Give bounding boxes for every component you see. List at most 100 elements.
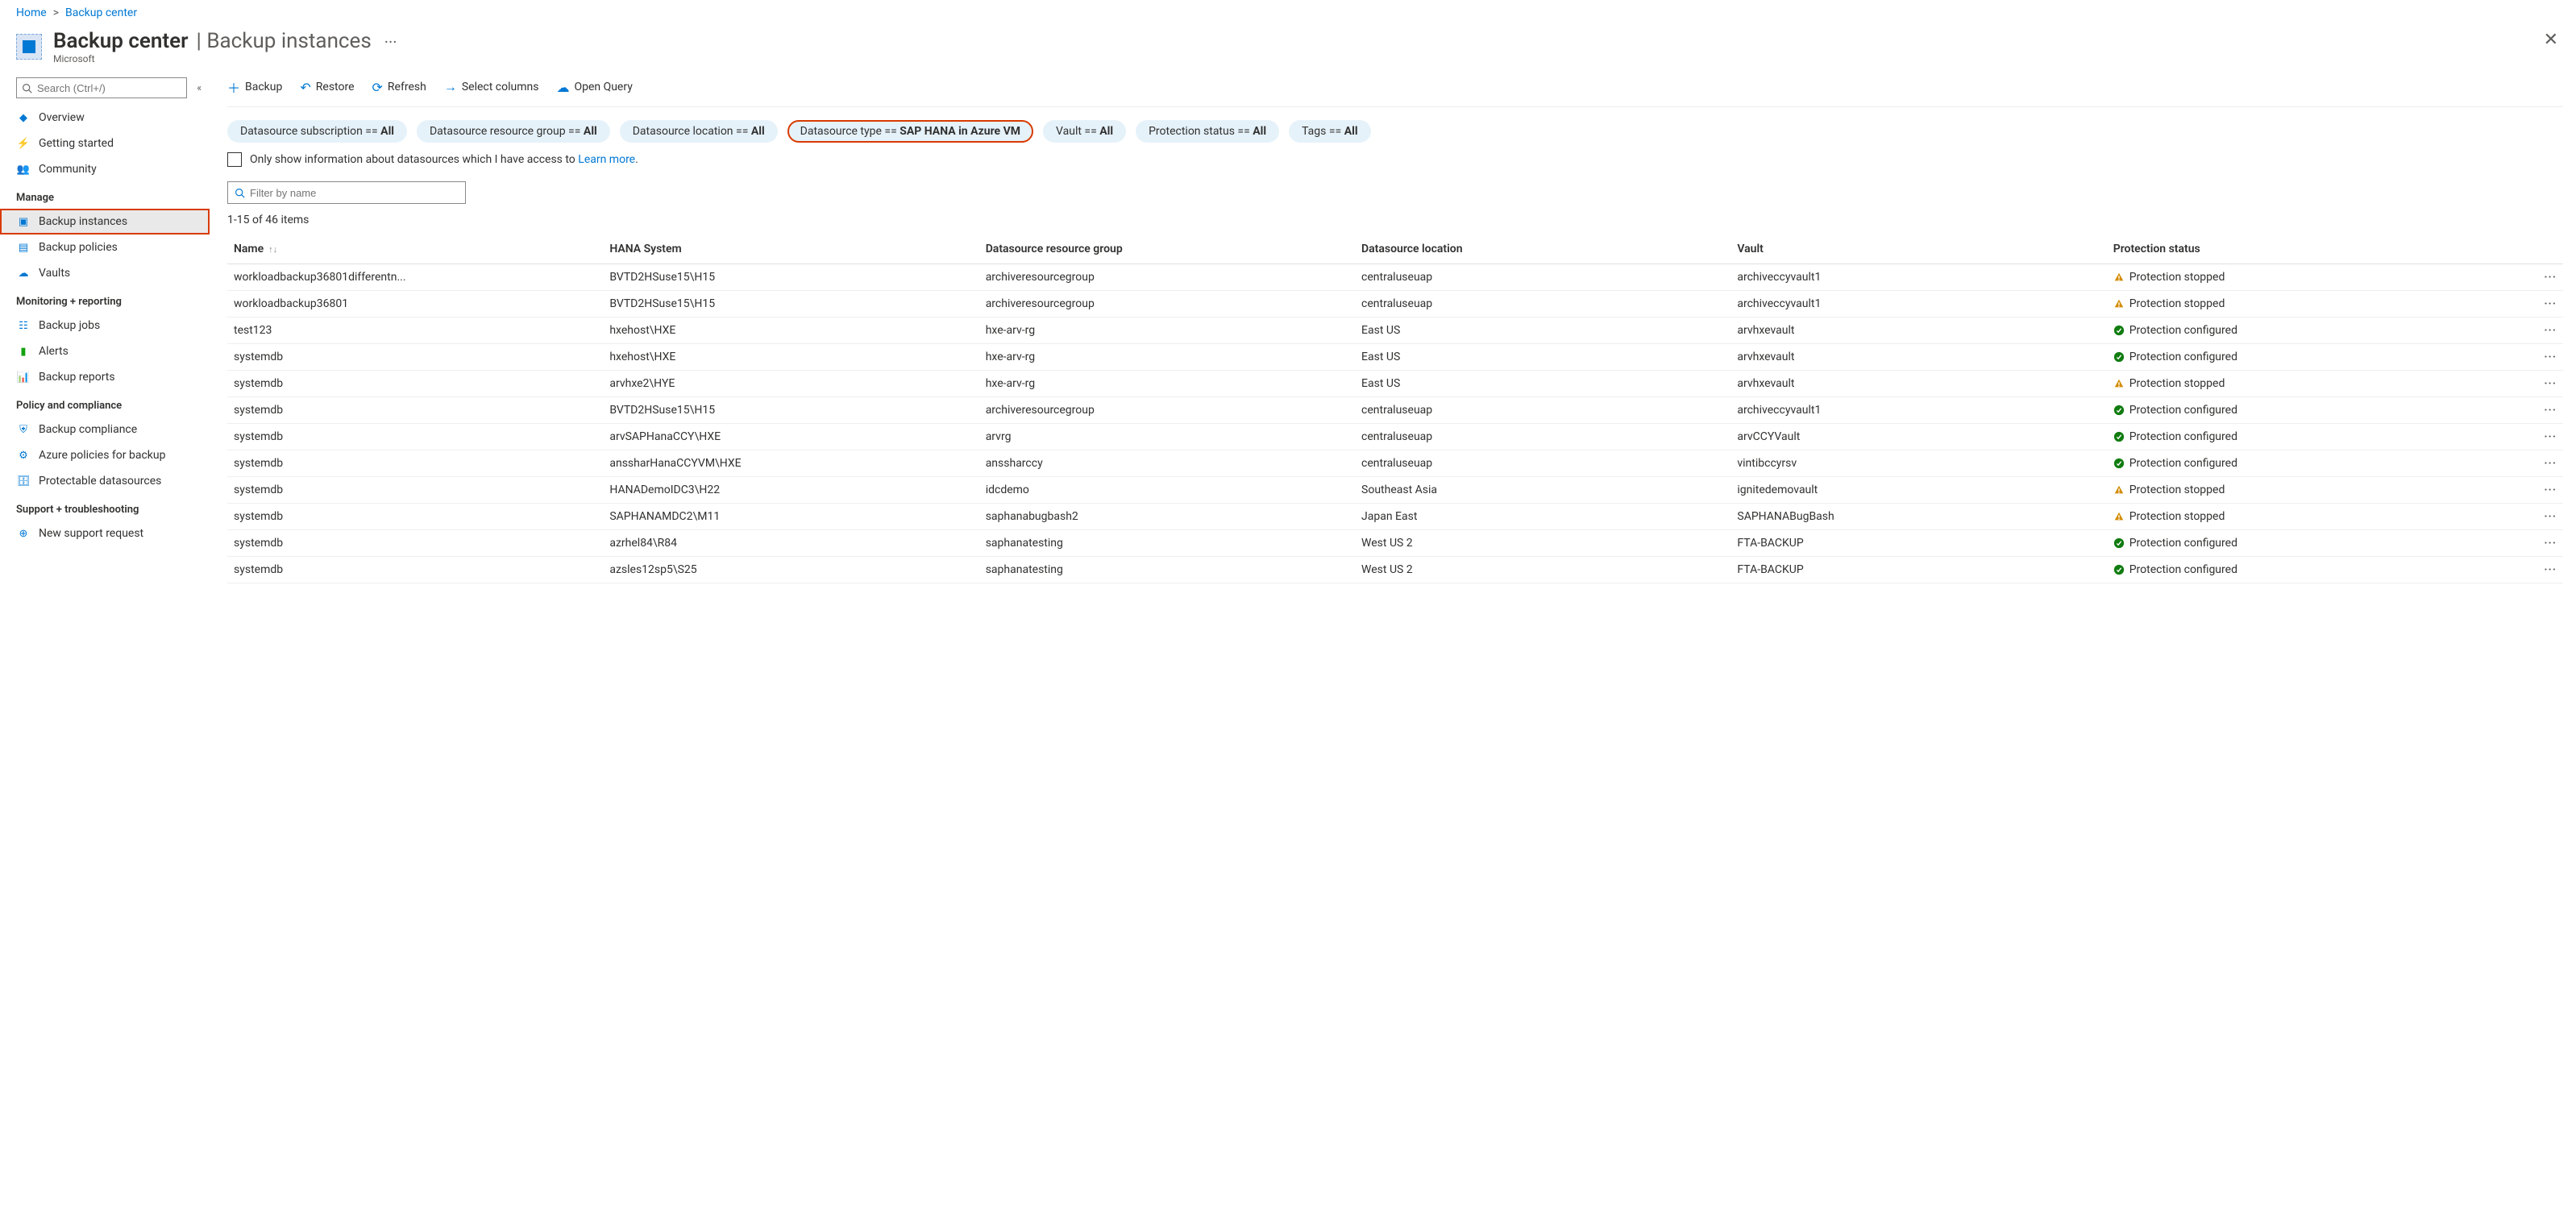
cell-rg: arvrg <box>979 424 1355 450</box>
breadcrumb: Home > Backup center <box>0 0 2576 26</box>
collapse-sidebar-icon[interactable]: « <box>195 81 203 95</box>
only-access-checkbox[interactable] <box>227 152 242 167</box>
sidebar-item-backup-reports[interactable]: 📊 Backup reports <box>0 364 210 390</box>
refresh-button[interactable]: ⟳ Refresh <box>372 80 426 95</box>
cell-name: systemdb <box>227 557 603 583</box>
select-columns-button[interactable]: → Select columns <box>444 79 539 95</box>
sidebar-item-backup-jobs[interactable]: ☷ Backup jobs <box>0 313 210 338</box>
table-row[interactable]: systemdbBVTD2HSuse15\H15archiveresourceg… <box>227 397 2563 424</box>
filter-tags[interactable]: Tags == All <box>1289 120 1370 143</box>
main: ＋ Backup ↶ Restore ⟳ Refresh → Select co… <box>210 71 2576 600</box>
filter-protection-status[interactable]: Protection status == All <box>1136 120 1279 143</box>
filter-vault[interactable]: Vault == All <box>1043 120 1126 143</box>
cell-rg: saphanatesting <box>979 557 1355 583</box>
cell-hana: BVTD2HSuse15\H15 <box>603 397 978 424</box>
table-row[interactable]: systemdbHANADemoIDC3\H22idcdemoSoutheast… <box>227 477 2563 504</box>
cell-rg: hxe-arv-rg <box>979 344 1355 371</box>
row-menu-icon[interactable]: ··· <box>2483 397 2563 424</box>
backup-button[interactable]: ＋ Backup <box>227 77 282 97</box>
sidebar-item-new-support[interactable]: ⊕ New support request <box>0 521 210 546</box>
filter-type[interactable]: Datasource type == SAP HANA in Azure VM <box>787 120 1033 143</box>
cell-hana: hxehost\HXE <box>603 344 978 371</box>
section-manage: Manage <box>0 182 210 209</box>
sidebar-item-alerts[interactable]: ▮ Alerts <box>0 338 210 364</box>
cell-rg: hxe-arv-rg <box>979 371 1355 397</box>
sidebar-item-getting-started[interactable]: ⚡ Getting started <box>0 131 210 156</box>
alerts-icon: ▮ <box>16 344 31 359</box>
reports-icon: 📊 <box>16 370 31 384</box>
row-menu-icon[interactable]: ··· <box>2483 424 2563 450</box>
section-monitoring: Monitoring + reporting <box>0 286 210 313</box>
cell-status: Protection configured <box>2107 397 2483 424</box>
cell-vault: archiveccyvault1 <box>1730 291 2106 317</box>
table-row[interactable]: systemdbarvSAPHanaCCY\HXEarvrgcentraluse… <box>227 424 2563 450</box>
table-row[interactable]: workloadbackup36801BVTD2HSuse15\H15archi… <box>227 291 2563 317</box>
sidebar-label: Backup compliance <box>39 423 137 436</box>
col-loc[interactable]: Datasource location <box>1355 234 1730 264</box>
open-query-button[interactable]: ☁ Open Query <box>556 80 632 95</box>
restore-button[interactable]: ↶ Restore <box>300 80 354 95</box>
cell-status: Protection stopped <box>2107 504 2483 530</box>
sidebar-item-community[interactable]: 👥 Community <box>0 156 210 182</box>
cell-status: Protection stopped <box>2107 371 2483 397</box>
cell-status: Protection stopped <box>2107 264 2483 291</box>
sidebar-item-backup-policies[interactable]: ▤ Backup policies <box>0 234 210 260</box>
sidebar-item-backup-compliance[interactable]: ⛨ Backup compliance <box>0 417 210 442</box>
cell-name: systemdb <box>227 450 603 477</box>
learn-more-link[interactable]: Learn more <box>578 153 635 166</box>
cell-hana: azrhel84\R84 <box>603 530 978 557</box>
sidebar-label: Backup instances <box>39 215 127 228</box>
col-vault[interactable]: Vault <box>1730 234 2106 264</box>
page-subtitle-inline: | Backup instances <box>197 29 372 53</box>
row-menu-icon[interactable]: ··· <box>2483 371 2563 397</box>
col-protection[interactable]: Protection status <box>2107 234 2483 264</box>
filter-name-input[interactable] <box>250 187 459 199</box>
row-menu-icon[interactable]: ··· <box>2483 557 2563 583</box>
row-menu-icon[interactable]: ··· <box>2483 317 2563 344</box>
sidebar-label: New support request <box>39 527 143 540</box>
breadcrumb-home[interactable]: Home <box>16 6 47 19</box>
sidebar-search-input[interactable] <box>37 82 181 94</box>
table-row[interactable]: systemdbazsles12sp5\S25saphanatestingWes… <box>227 557 2563 583</box>
sidebar-item-backup-instances[interactable]: ▣ Backup instances <box>0 209 210 234</box>
row-menu-icon[interactable]: ··· <box>2483 344 2563 371</box>
row-menu-icon[interactable]: ··· <box>2483 504 2563 530</box>
sidebar-search[interactable] <box>16 77 187 98</box>
items-count: 1-15 of 46 items <box>227 214 2563 226</box>
policies-icon: ▤ <box>16 240 31 255</box>
filter-by-name[interactable] <box>227 181 466 204</box>
filter-resource-group[interactable]: Datasource resource group == All <box>417 120 610 143</box>
support-icon: ⊕ <box>16 526 31 541</box>
sidebar-item-azure-policies[interactable]: ⚙ Azure policies for backup <box>0 442 210 468</box>
col-hana[interactable]: HANA System <box>603 234 978 264</box>
cell-name: systemdb <box>227 397 603 424</box>
sidebar-label: Alerts <box>39 345 69 358</box>
plus-icon: ＋ <box>227 77 240 97</box>
row-menu-icon[interactable]: ··· <box>2483 477 2563 504</box>
row-menu-icon[interactable]: ··· <box>2483 530 2563 557</box>
more-icon[interactable]: ··· <box>380 32 402 52</box>
table-row[interactable]: systemdbarvhxe2\HYEhxe-arv-rgEast USarvh… <box>227 371 2563 397</box>
cell-loc: West US 2 <box>1355 530 1730 557</box>
row-menu-icon[interactable]: ··· <box>2483 291 2563 317</box>
filter-subscription[interactable]: Datasource subscription == All <box>227 120 407 143</box>
col-name[interactable]: Name↑↓ <box>227 234 603 264</box>
row-menu-icon[interactable]: ··· <box>2483 450 2563 477</box>
cell-status: Protection stopped <box>2107 291 2483 317</box>
filter-location[interactable]: Datasource location == All <box>620 120 778 143</box>
table-row[interactable]: systemdbanssharHanaCCYVM\HXEanssharccyce… <box>227 450 2563 477</box>
table-row[interactable]: systemdbSAPHANAMDC2\M11saphanabugbash2Ja… <box>227 504 2563 530</box>
status-icon <box>2113 431 2125 442</box>
table-row[interactable]: systemdbazrhel84\R84saphanatestingWest U… <box>227 530 2563 557</box>
row-menu-icon[interactable]: ··· <box>2483 264 2563 291</box>
breadcrumb-current[interactable]: Backup center <box>65 6 137 19</box>
sidebar-item-protectable[interactable]: 🗄 Protectable datasources <box>0 468 210 494</box>
sidebar-item-vaults[interactable]: ☁ Vaults <box>0 260 210 286</box>
sidebar-item-overview[interactable]: ◆ Overview <box>0 105 210 131</box>
table-row[interactable]: test123hxehost\HXEhxe-arv-rgEast USarvhx… <box>227 317 2563 344</box>
table-row[interactable]: workloadbackup36801differentn...BVTD2HSu… <box>227 264 2563 291</box>
cell-vault: FTA-BACKUP <box>1730 557 2106 583</box>
table-row[interactable]: systemdbhxehost\HXEhxe-arv-rgEast USarvh… <box>227 344 2563 371</box>
close-icon[interactable]: ✕ <box>2544 29 2558 50</box>
col-rg[interactable]: Datasource resource group <box>979 234 1355 264</box>
